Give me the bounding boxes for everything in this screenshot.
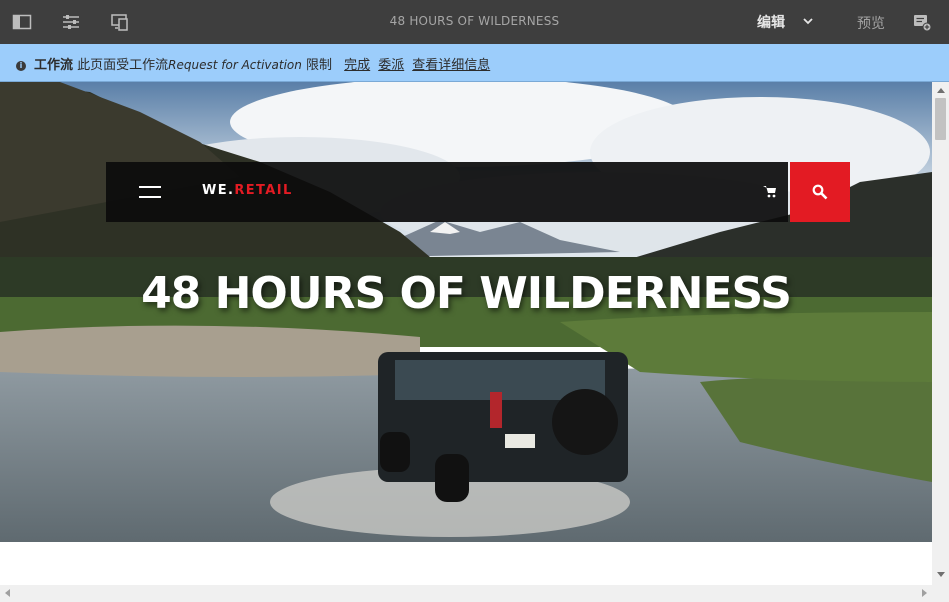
scroll-down-arrow-icon[interactable] <box>937 572 945 577</box>
hero-title: 48 HOURS OF WILDERNESS <box>141 268 792 319</box>
site-navbar: WE.RETAIL <box>106 162 788 222</box>
scroll-right-arrow-icon[interactable] <box>922 589 927 597</box>
hamburger-menu-icon[interactable] <box>139 184 161 200</box>
view-details-link[interactable]: 查看详细信息 <box>412 58 490 73</box>
scroll-thumb[interactable] <box>935 98 946 140</box>
horizontal-scrollbar[interactable] <box>0 585 949 602</box>
editor-toolbar: 48 HOURS OF WILDERNESS 编辑 预览 <box>0 0 949 44</box>
shopping-cart-icon[interactable] <box>763 184 777 198</box>
workflow-info-bar: i 工作流 此页面受工作流Request for Activation 限制 完成… <box>0 44 949 82</box>
workflow-label: 工作流 <box>34 58 74 73</box>
page-viewport: WE.RETAIL 48 HOURS OF WILDERNESS <box>0 82 932 585</box>
complete-link[interactable]: 完成 <box>344 58 370 73</box>
suv-graphic <box>378 352 628 502</box>
annotate-icon[interactable] <box>912 12 932 32</box>
vertical-scrollbar[interactable] <box>932 82 949 585</box>
scroll-up-arrow-icon[interactable] <box>937 88 945 93</box>
site-logo[interactable]: WE.RETAIL <box>202 183 293 198</box>
chevron-down-icon[interactable] <box>802 15 814 27</box>
mode-selector[interactable]: 编辑 <box>757 12 785 32</box>
logo-retail: RETAIL <box>234 183 293 198</box>
info-icon: i <box>16 61 26 71</box>
delegate-link[interactable]: 委派 <box>378 58 404 73</box>
workflow-name: Request for Activation <box>168 58 302 72</box>
logo-we: WE. <box>202 183 235 198</box>
workflow-text-after: 限制 <box>306 58 333 73</box>
preview-button[interactable]: 预览 <box>857 13 885 33</box>
scroll-left-arrow-icon[interactable] <box>5 589 10 597</box>
search-icon <box>812 184 828 200</box>
workflow-text-before: 此页面受工作流 <box>77 58 169 73</box>
search-button[interactable] <box>790 162 850 222</box>
